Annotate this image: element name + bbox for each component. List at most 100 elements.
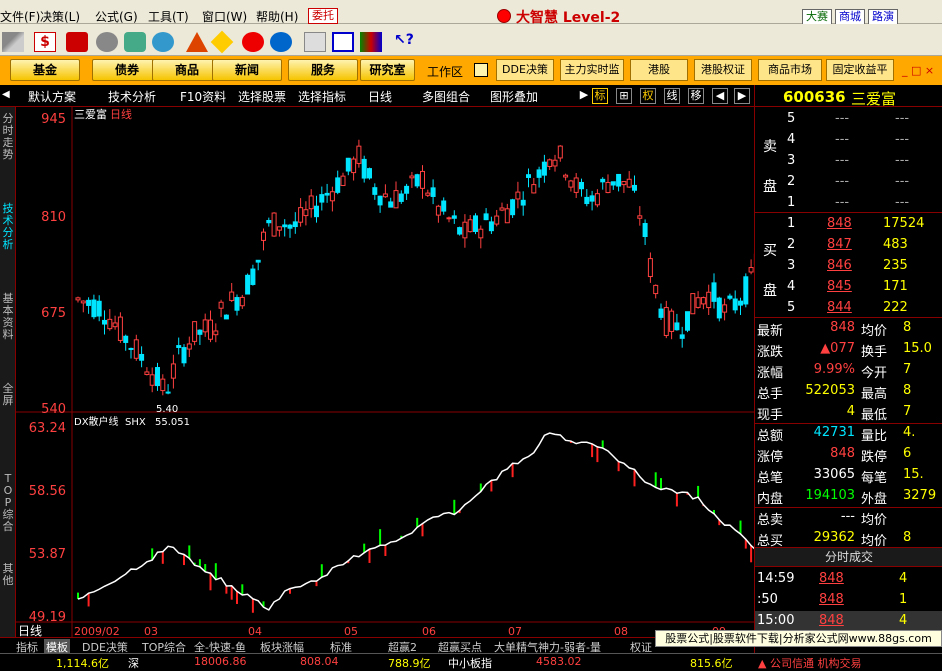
cat-news[interactable]: 新闻: [212, 59, 282, 81]
menu-window[interactable]: 窗口(W): [202, 8, 247, 25]
screen-icon[interactable]: [66, 32, 88, 52]
side-tab-top[interactable]: TOP综合: [1, 473, 15, 533]
buy-row[interactable]: 1 848 17524: [755, 214, 942, 235]
tab-main-monitor[interactable]: 主力实时监: [560, 59, 624, 81]
sell-row[interactable]: 3 --- ---: [755, 151, 942, 172]
menu-formula[interactable]: 公式(G): [95, 8, 138, 25]
candle-body: [102, 319, 107, 325]
select-indicator[interactable]: 选择指标: [298, 88, 346, 105]
diamond-icon[interactable]: [210, 30, 234, 54]
buy-row[interactable]: 5 844 222: [755, 298, 942, 319]
bottom-tabs: 指标 模板 DDE决策 TOP综合 全-快速-鱼 板块涨幅 标准 超赢2 超赢买…: [0, 637, 754, 655]
tech-analysis[interactable]: 技术分析: [108, 88, 156, 105]
contest-button[interactable]: 大赛: [802, 9, 832, 25]
sell-level: 5: [787, 111, 796, 126]
globe-icon[interactable]: [270, 32, 292, 52]
tab-commodity-market[interactable]: 商品市场: [758, 59, 822, 81]
sell-row[interactable]: 4 --- ---: [755, 130, 942, 151]
roadshow-button[interactable]: 路演: [868, 9, 898, 25]
prev-icon[interactable]: ◀: [712, 88, 728, 104]
sell-row[interactable]: 1 --- ---: [755, 193, 942, 214]
ticks-title[interactable]: 分时成交: [755, 547, 942, 567]
side-tab-other[interactable]: 其他: [1, 563, 15, 587]
candle-body: [531, 184, 537, 194]
candle-body: [345, 157, 351, 172]
side-tab-intraday[interactable]: 分时走势: [1, 113, 15, 161]
side-tab-fundamental[interactable]: 基本资料: [1, 293, 15, 341]
toolbar: $ ↖?: [0, 24, 942, 56]
f10-info[interactable]: F10资料: [180, 88, 226, 105]
line-button[interactable]: 线: [664, 88, 680, 104]
rights-button[interactable]: 权: [640, 88, 656, 104]
period-daily[interactable]: 日线: [368, 88, 392, 105]
side-tab-fullscreen[interactable]: 全屏: [1, 383, 15, 407]
alarm-icon[interactable]: [152, 32, 174, 52]
dollar-icon[interactable]: $: [34, 32, 56, 52]
books-icon[interactable]: [360, 32, 382, 52]
candle-body: [573, 177, 579, 193]
window-controls[interactable]: _ □ ×: [902, 64, 940, 78]
candle-body: [552, 159, 558, 167]
people-icon[interactable]: [124, 32, 146, 52]
mark-button[interactable]: 标: [592, 88, 608, 104]
left-arrow-icon[interactable]: ◀: [2, 89, 10, 100]
play-icon[interactable]: ▶: [576, 88, 592, 104]
workarea-menu-icon[interactable]: [474, 63, 488, 77]
candle-body: [170, 363, 176, 379]
tab-hk[interactable]: 港股: [630, 59, 688, 81]
ruler-icon[interactable]: [2, 32, 24, 52]
candle-body: [202, 319, 208, 333]
note-icon[interactable]: [304, 32, 326, 52]
y-label-675: 675: [41, 306, 66, 321]
buy-row[interactable]: 4 845 171: [755, 277, 942, 298]
warning-icon[interactable]: [186, 32, 208, 52]
next-icon[interactable]: ▶: [734, 88, 750, 104]
tab-fixed-income[interactable]: 固定收益平: [826, 59, 894, 81]
candle-body: [658, 308, 664, 318]
binoculars-icon[interactable]: [96, 32, 118, 52]
ball-icon[interactable]: [242, 32, 264, 52]
grid-button[interactable]: ⊞: [616, 88, 632, 104]
menu-tools[interactable]: 工具(T): [148, 8, 189, 25]
select-stock[interactable]: 选择股票: [238, 88, 286, 105]
menu-help[interactable]: 帮助(H): [256, 8, 298, 25]
tick-row[interactable]: 15:00 848 4: [755, 611, 942, 632]
kline-chart[interactable]: 三爱富 日线 945 810 675 540 5.40 DX散户线 SHX 55…: [16, 107, 754, 637]
tick-row[interactable]: :50 848 1: [755, 590, 942, 611]
menu-file[interactable]: 文件(F): [0, 8, 40, 25]
multi-chart[interactable]: 多图组合: [422, 88, 470, 105]
menu-decision[interactable]: 决策(L): [40, 8, 80, 25]
tab-dde[interactable]: DDE决策: [496, 59, 554, 81]
indicator-title: DX散户线: [74, 415, 119, 428]
stat-value-2: 8: [903, 320, 912, 335]
candle-body: [208, 319, 213, 340]
buy-row[interactable]: 3 846 235: [755, 256, 942, 277]
move-button[interactable]: 移: [688, 88, 704, 104]
entrust-button[interactable]: 委托: [308, 8, 338, 24]
candle-body: [727, 295, 733, 299]
cat-service[interactable]: 服务: [288, 59, 358, 81]
sell-row[interactable]: 5 --- ---: [755, 109, 942, 130]
cat-research[interactable]: 研究室: [360, 59, 415, 81]
cat-fund[interactable]: 基金: [10, 59, 80, 81]
mall-button[interactable]: 商城: [835, 9, 865, 25]
sell-row[interactable]: 2 --- ---: [755, 172, 942, 193]
side-tab-tech[interactable]: 技术分析: [1, 203, 15, 251]
candle-body: [510, 199, 516, 216]
buy-row[interactable]: 2 847 483: [755, 235, 942, 256]
candle-body: [112, 322, 118, 328]
candle-body: [488, 221, 494, 232]
default-scheme[interactable]: 默认方案: [28, 88, 76, 105]
candle-body: [441, 200, 447, 212]
tab-hk-warrant[interactable]: 港股权证: [694, 59, 752, 81]
window-icon[interactable]: [332, 32, 354, 52]
tick-time: 14:59: [757, 571, 795, 586]
ad-banner[interactable]: 股票公式|股票软件下载|分析家公式网www.88gs.com: [655, 630, 942, 647]
tick-row[interactable]: 14:59 848 4: [755, 569, 942, 590]
help-cursor-icon[interactable]: ↖?: [394, 32, 416, 52]
y-label-810: 810: [41, 210, 66, 225]
candle-body: [695, 297, 701, 308]
overlay[interactable]: 图形叠加: [490, 88, 538, 105]
candle-body: [186, 343, 192, 350]
candle-body: [626, 178, 632, 188]
